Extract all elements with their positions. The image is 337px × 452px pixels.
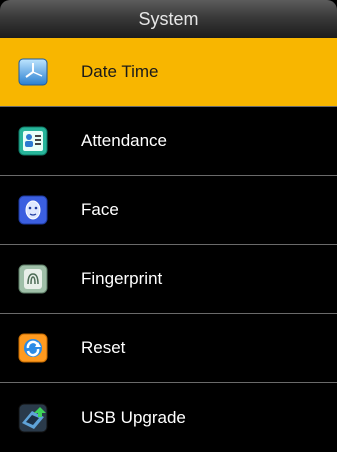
usb-upgrade-icon (18, 403, 48, 432)
menu-item-label: Reset (81, 338, 126, 357)
menu-item-label: Attendance (81, 131, 168, 150)
menu-item-label: USB Upgrade (81, 407, 186, 427)
menu-item-label: Face (81, 200, 119, 219)
menu-item-fingerprint[interactable]: Fingerprint (0, 245, 337, 314)
menu-list: Date Time Attendance Face Fingerprint Re… (0, 38, 337, 452)
menu-item-usb-upgrade[interactable]: USB Upgrade (0, 383, 337, 452)
menu-item-label: Fingerprint (81, 269, 163, 288)
attendance-icon (18, 126, 48, 156)
face-icon (18, 195, 48, 225)
menu-item-reset[interactable]: Reset (0, 314, 337, 383)
page-title: System (0, 0, 337, 38)
menu-item-date-time[interactable]: Date Time (0, 38, 337, 107)
fingerprint-icon (18, 264, 48, 294)
system-menu-screen: System Date Time Attendance Face Fingerp… (0, 0, 337, 446)
menu-item-face[interactable]: Face (0, 176, 337, 245)
clock-icon (18, 58, 48, 86)
menu-item-label: Date Time (81, 62, 159, 81)
menu-item-attendance[interactable]: Attendance (0, 107, 337, 176)
reset-icon (18, 333, 48, 363)
